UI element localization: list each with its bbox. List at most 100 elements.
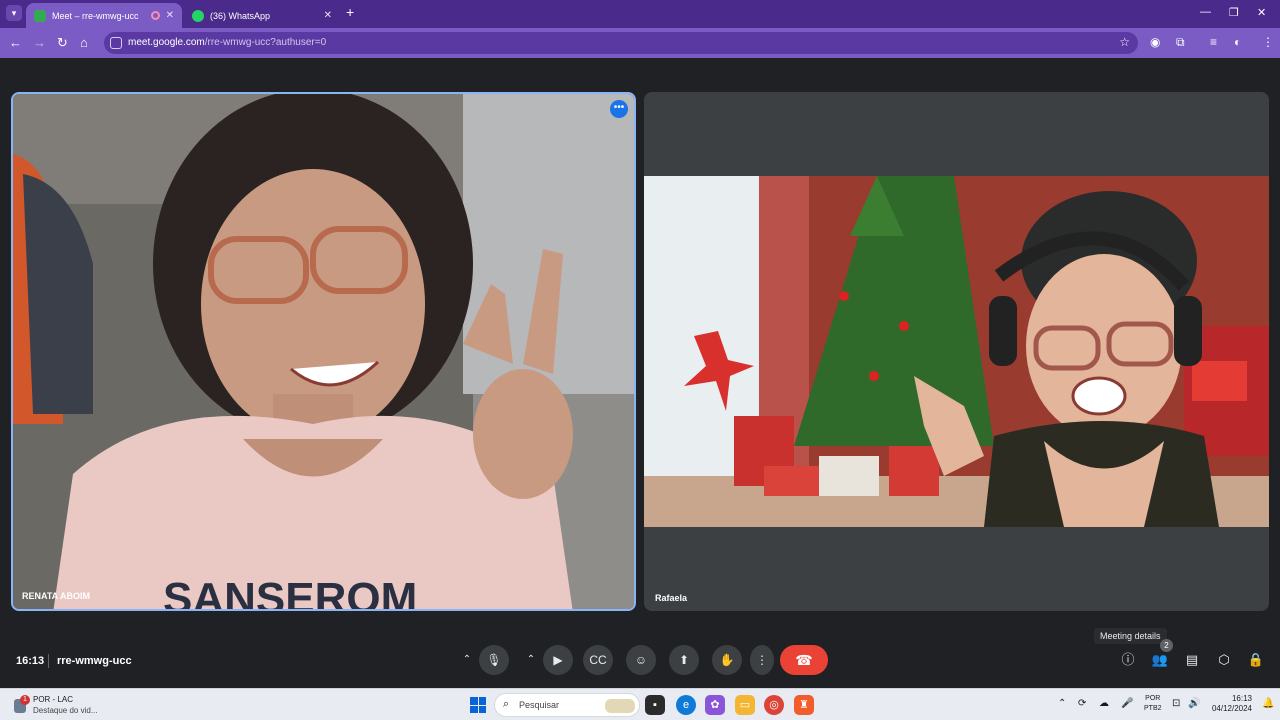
close-window-icon[interactable]: ✕ — [1257, 6, 1266, 19]
present-icon: ⬆ — [678, 653, 690, 667]
browser-toolbar: ← → ↻ ⌂ meet.google.com/rre-wmwg-ucc?aut… — [0, 28, 1280, 58]
back-icon[interactable]: ← — [9, 35, 22, 51]
clock-date: 04/12/2024 — [1211, 704, 1252, 713]
activities-button[interactable]: ⬡ — [1209, 645, 1239, 675]
svg-text:SANSEROM: SANSEROM — [163, 574, 417, 611]
brave-browser-icon[interactable]: ♜ — [794, 695, 814, 715]
tile-more-options-button[interactable]: ••• — [610, 100, 628, 118]
phone-hangup-icon: ☎ — [795, 652, 813, 668]
browser-menu-icon[interactable]: ⋮ — [1262, 35, 1274, 49]
url-host: meet.google.com — [128, 37, 205, 48]
meeting-clock: 16:13 — [16, 655, 45, 667]
more-options-button[interactable]: ⋮ — [750, 645, 774, 675]
bookmark-star-icon[interactable]: ☆ — [1119, 35, 1130, 49]
people-count-badge: 2 — [1160, 639, 1173, 652]
audio-options-chevron-up-icon[interactable]: ⌃ — [458, 645, 476, 675]
info-icon: ⓘ — [1121, 652, 1135, 667]
language-code: POR — [1145, 695, 1161, 702]
file-explorer-icon[interactable]: ▭ — [735, 695, 755, 715]
lock-icon: 🔒 — [1247, 652, 1265, 667]
divider — [48, 654, 49, 668]
site-info-icon[interactable] — [110, 37, 122, 49]
meet-favicon-icon — [34, 9, 46, 22]
recording-indicator-icon — [150, 11, 160, 20]
host-controls-button[interactable]: 🔒 — [1241, 645, 1271, 675]
emoji-reactions-button[interactable]: ☺ — [626, 645, 656, 675]
extensions-icon[interactable]: ⧉ — [1176, 35, 1185, 50]
widget-subtitle: Destaque do vid... — [33, 706, 98, 715]
video-options-chevron-up-icon[interactable]: ⌃ — [522, 645, 540, 675]
minimize-icon[interactable]: — — [1200, 6, 1211, 18]
tab-search-button[interactable]: ▾ — [6, 5, 22, 21]
more-vert-icon: ⋮ — [756, 653, 768, 667]
participant-name-label: Rafaela — [655, 593, 688, 603]
show-hidden-icons-chevron-icon[interactable]: ⌃ — [1058, 698, 1066, 709]
raise-hand-button[interactable]: ✋ — [712, 645, 742, 675]
copilot-icon[interactable]: ✿ — [705, 695, 725, 715]
participant-name-label: RENATA ABOIM — [22, 591, 90, 601]
widget-title: POR - LAC — [33, 695, 74, 704]
tab-whatsapp[interactable]: (36) WhatsApp ✕ — [184, 3, 340, 28]
keyboard-layout: PTB2 — [1144, 705, 1162, 712]
meeting-details-button[interactable]: ⓘ — [1113, 645, 1143, 675]
url-path: /rre-wmwg-ucc?authuser=0 — [204, 37, 327, 48]
input-language-indicator[interactable]: POR PTB2 — [1144, 694, 1162, 714]
present-screen-button[interactable]: ⬆ — [669, 645, 699, 675]
grammarly-extension-icon[interactable]: ◉ — [1150, 35, 1160, 49]
restore-icon[interactable]: ❐ — [1229, 6, 1239, 19]
new-tab-button[interactable]: + — [346, 4, 354, 20]
tab-meet[interactable]: Meet – rre-wmwg-ucc ✕ — [26, 3, 182, 28]
url-text: meet.google.com/rre-wmwg-ucc?authuser=0 — [128, 37, 326, 48]
chrome-browser-icon[interactable]: ◎ — [764, 695, 784, 715]
people-icon: 👥 — [1151, 652, 1169, 667]
close-tab-icon[interactable]: ✕ — [166, 10, 174, 21]
sync-icon[interactable]: ⟳ — [1078, 698, 1086, 709]
end-call-button[interactable]: ☎ — [780, 645, 828, 675]
profile-avatar[interactable]: ◐ — [1234, 35, 1241, 49]
participant-video-rafaela — [644, 176, 1269, 527]
camera-icon: ▶ — [553, 653, 563, 667]
volume-icon[interactable]: 🔊 — [1188, 698, 1200, 709]
notifications-bell-icon[interactable]: 🔔 — [1262, 698, 1274, 709]
chat-button[interactable]: ▤ — [1177, 645, 1207, 675]
chat-icon: ▤ — [1185, 652, 1199, 667]
captions-icon: CC — [589, 653, 607, 667]
search-icon: ⌕ — [503, 698, 510, 710]
meeting-code: rre-wmwg-ucc — [57, 655, 132, 667]
windows-start-icon[interactable] — [470, 697, 486, 713]
reload-icon[interactable]: ↻ — [57, 35, 68, 51]
emoji-icon: ☺ — [634, 653, 648, 667]
reading-list-icon[interactable]: ≡ — [1210, 35, 1217, 49]
whatsapp-favicon-icon — [192, 9, 204, 22]
search-placeholder: Pesquisar — [519, 700, 560, 710]
mic-icon: 🎙 — [486, 653, 502, 667]
task-view-icon[interactable]: ▪ — [645, 695, 665, 715]
activities-icon: ⬡ — [1218, 652, 1230, 667]
camera-button[interactable]: ▶ — [543, 645, 573, 675]
forward-icon[interactable]: → — [33, 35, 46, 51]
microphone-tray-icon[interactable]: 🎤 — [1121, 698, 1133, 709]
meet-stage: SANSEROM ••• RENATA ABOIM Rafaela — [0, 58, 1280, 628]
notification-badge: 1 — [20, 695, 30, 705]
participant-tile-rafaela[interactable]: Rafaela — [644, 92, 1269, 611]
participant-video-renata: SANSEROM — [13, 94, 634, 611]
edge-browser-icon[interactable]: e — [676, 695, 696, 715]
tab-title: Meet – rre-wmwg-ucc — [52, 10, 139, 21]
taskbar-search-box[interactable]: ⌕ Pesquisar — [494, 693, 640, 717]
system-clock[interactable]: 16:13 04/12/2024 — [1210, 694, 1252, 714]
address-bar[interactable]: meet.google.com/rre-wmwg-ucc?authuser=0 … — [104, 32, 1138, 54]
participant-tile-renata[interactable]: SANSEROM ••• RENATA ABOIM — [11, 92, 636, 611]
christmas-background-image — [644, 176, 1269, 527]
meet-control-bar: 16:13 rre-wmwg-ucc ⌃ 🎙 ⌃ ▶ CC ☺ ⬆ ✋ ⋮ ☎ … — [0, 628, 1280, 688]
home-icon[interactable]: ⌂ — [80, 35, 88, 51]
windows-taskbar: 1 POR - LAC Destaque do vid... ⌕ Pesquis… — [0, 688, 1280, 720]
hand-icon: ✋ — [719, 653, 735, 667]
captions-button[interactable]: CC — [583, 645, 613, 675]
network-icon[interactable]: ⊡ — [1172, 698, 1180, 709]
close-tab-icon[interactable]: ✕ — [324, 10, 332, 21]
clock-time: 16:13 — [1231, 694, 1252, 703]
mic-button[interactable]: 🎙 — [479, 645, 509, 675]
onedrive-cloud-icon[interactable]: ☁ — [1099, 698, 1109, 709]
browser-tab-strip: ▾ Meet – rre-wmwg-ucc ✕ (36) WhatsApp ✕ … — [0, 0, 1280, 28]
search-highlight-image — [605, 699, 635, 713]
